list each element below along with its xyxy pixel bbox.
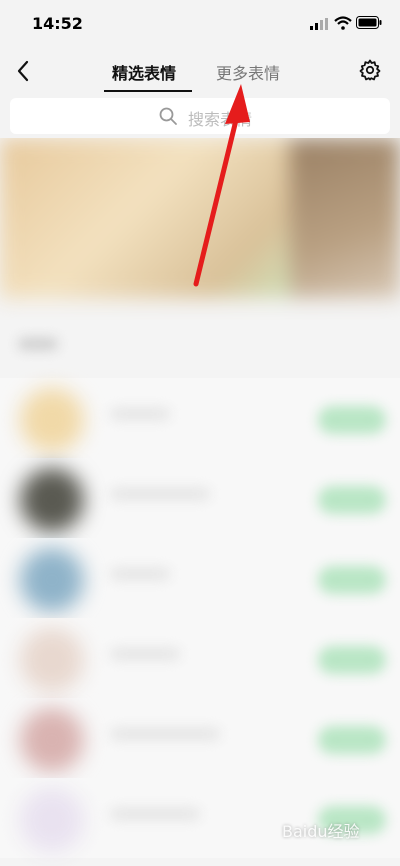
sticker-title-placeholder: [110, 488, 210, 500]
chevron-left-icon[interactable]: [12, 58, 34, 84]
sticker-thumbnail: [20, 388, 84, 452]
tab-selected-stickers[interactable]: 精选表情: [112, 60, 176, 84]
sticker-thumbnail: [20, 788, 84, 852]
banner-left-image: [0, 138, 290, 298]
wifi-icon: [334, 16, 352, 30]
list-item[interactable]: [0, 618, 400, 698]
list-item[interactable]: [0, 538, 400, 618]
search-icon: [159, 107, 177, 125]
featured-banner[interactable]: [0, 138, 400, 298]
status-time: 14:52: [32, 14, 83, 33]
sticker-content: [0, 138, 400, 866]
list-item[interactable]: [0, 698, 400, 778]
sticker-title-placeholder: [110, 568, 170, 580]
download-button[interactable]: [318, 566, 386, 594]
download-button[interactable]: [318, 486, 386, 514]
sticker-title-placeholder: [110, 648, 180, 660]
list-item[interactable]: [0, 378, 400, 458]
tab-underline: [104, 90, 192, 92]
nav-bar: 精选表情 更多表情: [0, 46, 400, 96]
battery-icon: [356, 16, 382, 29]
sticker-thumbnail: [20, 468, 84, 532]
sticker-title-placeholder: [110, 728, 220, 740]
sticker-thumbnail: [20, 548, 84, 612]
gear-icon[interactable]: [358, 58, 382, 82]
sticker-list: [0, 378, 400, 858]
download-button[interactable]: [318, 646, 386, 674]
sticker-thumbnail: [20, 708, 84, 772]
banner-right-image: [290, 138, 400, 298]
sticker-title-placeholder: [110, 808, 200, 820]
tab-more-stickers[interactable]: 更多表情: [216, 60, 280, 84]
watermark: Baidu经验: [282, 822, 360, 841]
search-bar[interactable]: 搜索表情: [10, 98, 390, 134]
section-title-placeholder: [18, 338, 58, 350]
search-placeholder: 搜索表情: [188, 110, 253, 129]
signal-icon: [310, 18, 328, 30]
sticker-title-placeholder: [110, 408, 170, 420]
list-item[interactable]: [0, 458, 400, 538]
status-bar: 14:52: [0, 0, 400, 46]
download-button[interactable]: [318, 406, 386, 434]
download-button[interactable]: [318, 726, 386, 754]
sticker-thumbnail: [20, 628, 84, 692]
